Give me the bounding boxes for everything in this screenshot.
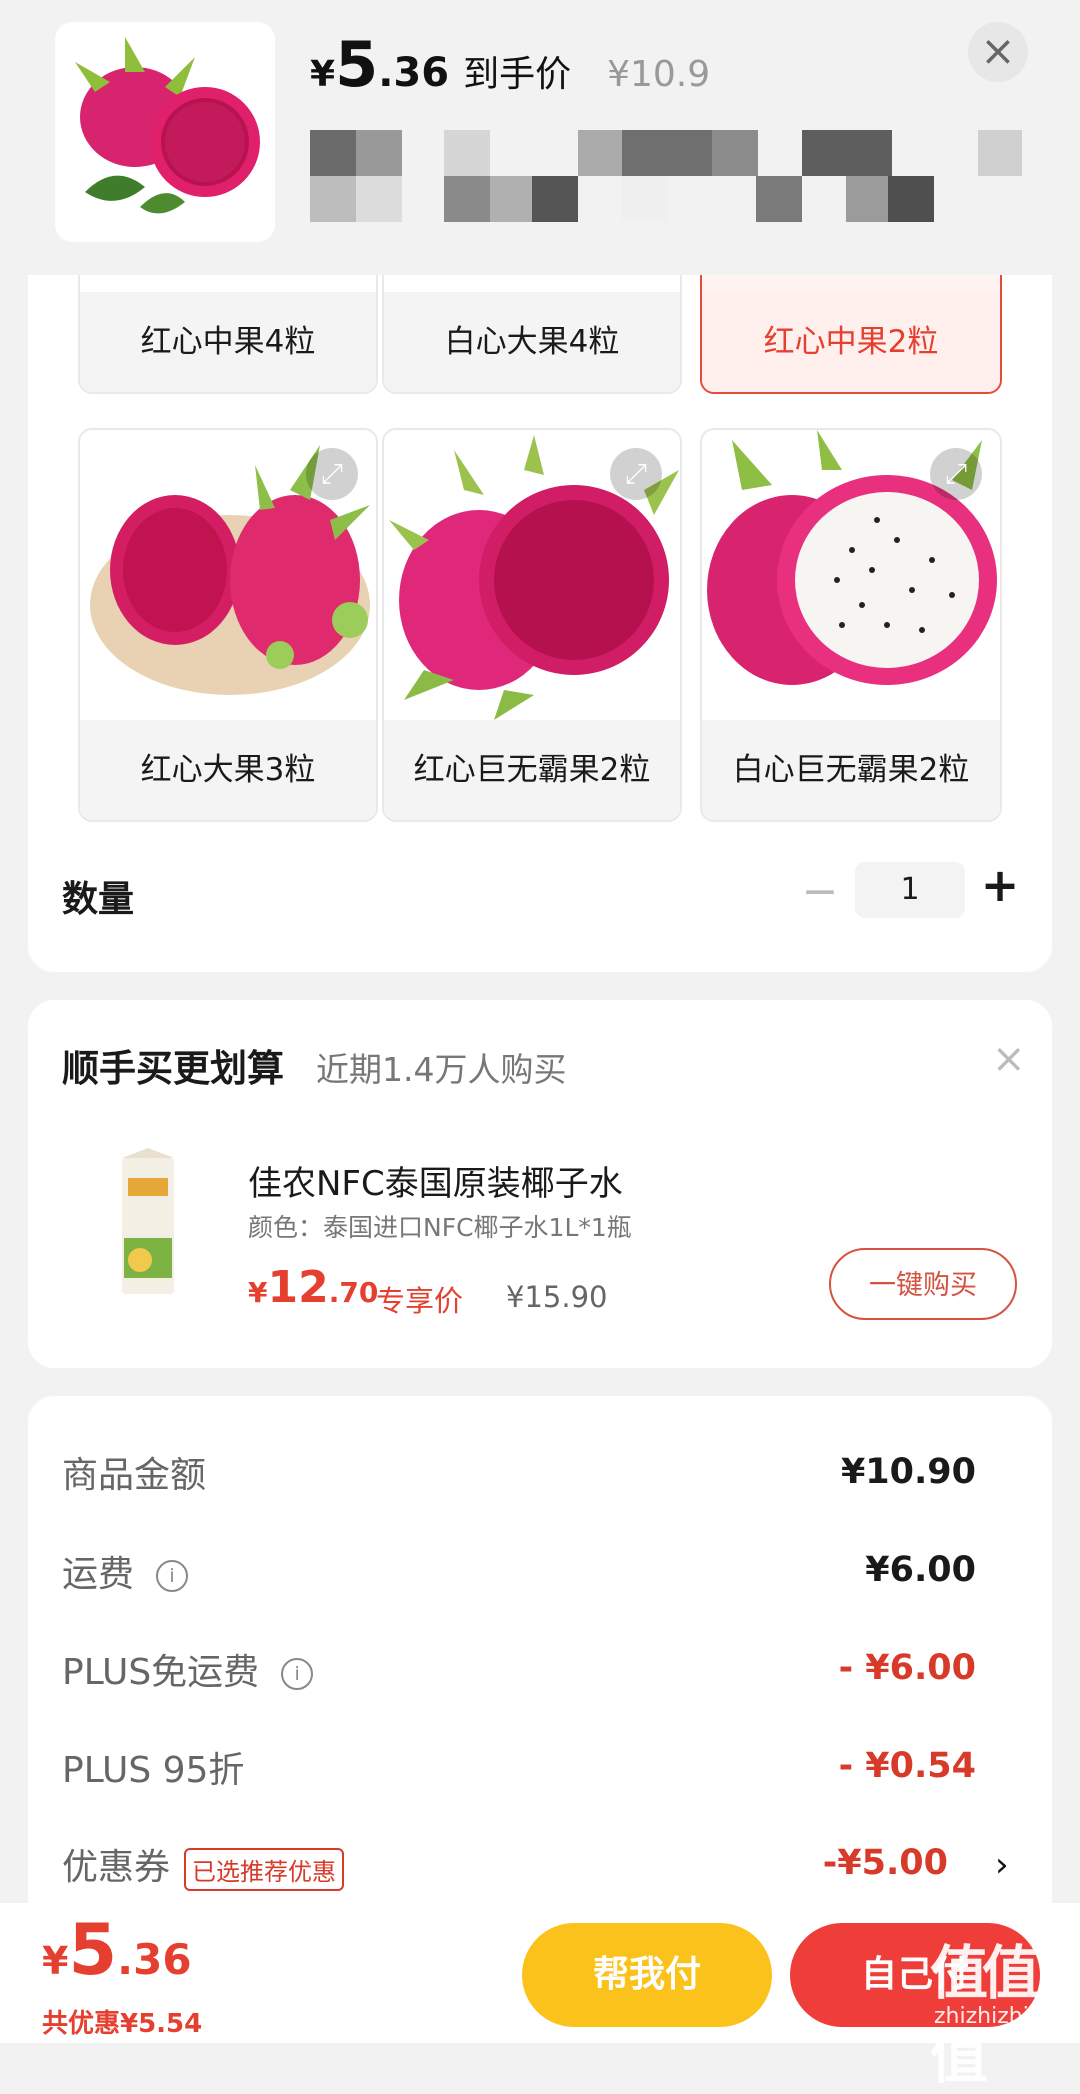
addon-subtitle: 近期1.4万人购买 <box>316 1050 567 1089</box>
spec-option[interactable]: ⤢ 红心巨无霸果2粒 <box>382 428 682 822</box>
help-me-pay-button[interactable]: 帮我付 <box>522 1923 772 2027</box>
spec-option-label: 白心大果4粒 <box>384 292 680 392</box>
coupon-row[interactable]: 优惠券 已选推荐优惠 <box>62 1838 345 1891</box>
addon-price-currency: ¥ <box>248 1276 268 1309</box>
plus-free-shipping-label: PLUS免运费 <box>62 1652 260 1693</box>
info-icon[interactable]: i <box>281 1658 314 1690</box>
quantity-label: 数量 <box>62 879 135 920</box>
spec-option-label: 红心中果4粒 <box>80 292 376 392</box>
shipping-value: ¥6.00 <box>865 1550 976 1590</box>
final-price-label: 到手价 <box>463 54 572 95</box>
plus-discount-value: - ¥0.54 <box>838 1746 976 1786</box>
spec-option-label: 红心中果2粒 <box>702 292 1000 392</box>
close-button[interactable]: × <box>968 22 1028 82</box>
addon-close-icon[interactable]: × <box>992 1036 1026 1082</box>
recommended-coupon-badge: 已选推荐优惠 <box>184 1847 345 1891</box>
expand-icon[interactable]: ⤢ <box>930 448 982 500</box>
expand-icon[interactable]: ⤢ <box>306 448 358 500</box>
addon-product-spec: 颜色：泰国进口NFC椰子水1L*1瓶 <box>248 1213 632 1242</box>
addon-title: 顺手买更划算 <box>62 1047 284 1090</box>
info-icon[interactable]: i <box>156 1560 189 1592</box>
total-decimal: .36 <box>117 1935 192 1984</box>
expand-icon[interactable]: ⤢ <box>610 448 662 500</box>
coupon-label: 优惠券 <box>62 1847 171 1888</box>
addon-original-price: ¥15.90 <box>506 1280 608 1314</box>
addon-product-name[interactable]: 佳农NFC泰国原装椰子水 <box>248 1156 623 1205</box>
shipping-row: 运费 i <box>62 1545 189 1597</box>
addon-price-integer: 12 <box>267 1262 329 1313</box>
price-currency: ¥ <box>310 54 336 95</box>
one-click-buy-button[interactable]: 一键购买 <box>829 1248 1017 1320</box>
product-header: ¥ 5 .36 到手价 ¥10.9 × <box>0 0 1080 275</box>
exclusive-price-label: 专享价 <box>376 1284 464 1318</box>
plus-free-shipping-value: - ¥6.00 <box>838 1648 976 1688</box>
quantity-increase-button[interactable]: + <box>978 858 1022 912</box>
checkout-bar: ¥ 5 .36 共优惠¥5.54 帮我付 自己付 <box>0 1903 1080 2043</box>
chevron-right-icon[interactable]: › <box>995 1845 1009 1885</box>
price-integer: 5 <box>335 28 379 101</box>
plus-free-shipping-row: PLUS免运费 i <box>62 1643 314 1695</box>
goods-amount-value: ¥10.90 <box>840 1452 976 1492</box>
shipping-label: 运费 <box>62 1554 135 1595</box>
original-price: ¥10.9 <box>607 54 711 95</box>
spec-option-label: 红心大果3粒 <box>80 720 376 820</box>
product-thumbnail[interactable] <box>55 22 275 242</box>
coupon-value[interactable]: -¥5.00 <box>823 1843 948 1883</box>
total-integer: 5 <box>68 1909 118 1991</box>
total-currency: ¥ <box>42 1939 69 1983</box>
spec-option-label: 白心巨无霸果2粒 <box>702 720 1000 820</box>
spec-option[interactable]: ⤢ 白心巨无霸果2粒 <box>700 428 1002 822</box>
quantity-decrease-button[interactable]: − <box>800 866 840 917</box>
goods-amount-label: 商品金额 <box>62 1455 207 1496</box>
dragonfruit-thumbnail-image <box>75 37 260 214</box>
spec-option[interactable]: ⤢ 红心大果3粒 <box>78 428 378 822</box>
total-price: ¥ 5 .36 <box>42 1909 192 1991</box>
quantity-input[interactable]: 1 <box>855 862 965 918</box>
plus-discount-label: PLUS 95折 <box>62 1750 245 1791</box>
coconut-water-image <box>118 1148 178 1296</box>
addon-product-price: ¥ 12 .70 <box>248 1262 378 1313</box>
addon-price-decimal: .70 <box>328 1276 379 1309</box>
header-price: ¥ 5 .36 到手价 ¥10.9 <box>310 28 710 108</box>
price-decimal: .36 <box>378 50 450 96</box>
total-savings: 共优惠¥5.54 <box>42 2009 203 2039</box>
watermark-url: zhizhizhi.com <box>934 2004 1080 2029</box>
spec-option-label: 红心巨无霸果2粒 <box>384 720 680 820</box>
